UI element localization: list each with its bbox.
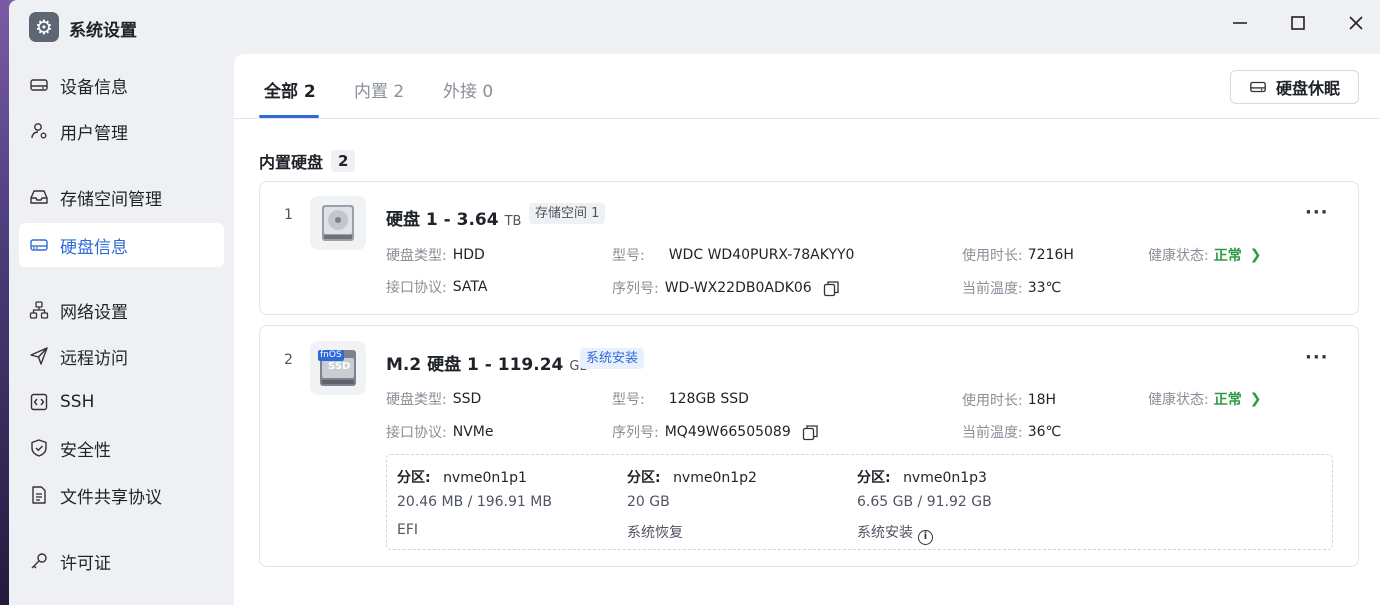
disk-name: M.2 硬盘 1 - 119.24 (386, 355, 564, 375)
disk-temperature: 当前温度: 36℃ (962, 424, 1062, 441)
partition-size: 20 GB (627, 494, 670, 510)
tab-bar: 全部 2 内置 2 外接 0 硬盘休眠 (234, 54, 1380, 119)
sidebar-item-label: 存储空间管理 (60, 189, 162, 210)
user-icon (31, 123, 47, 139)
code-icon (30, 393, 48, 411)
sidebar: 设备信息 用户管理 存储空间管理 硬盘信息 网络设置 远程访问 SSH 安全性 (9, 54, 234, 605)
file-icon (32, 486, 46, 504)
sidebar-item-label: SSH (60, 392, 95, 412)
disk-usage: 使用时长: 18H (962, 392, 1057, 409)
settings-window: ⚙ 系统设置 设备信息 用户管理 存储空间管理 硬盘信息 网络设置 远程访问 S… (9, 0, 1380, 605)
storage-icon (30, 190, 48, 204)
disk-title: 硬盘 1 - 3.64 TB (386, 205, 521, 230)
section-title-label: 内置硬盘 (259, 153, 324, 172)
sidebar-item-storage[interactable]: 存储空间管理 (19, 175, 224, 219)
more-icon[interactable]: ··· (1305, 347, 1329, 368)
partition-name: 分区: nvme0n1p3 (857, 470, 987, 486)
sidebar-item-network[interactable]: 网络设置 (19, 288, 224, 332)
tab-internal[interactable]: 内置 2 (354, 77, 404, 102)
sidebar-item-license[interactable]: 许可证 (19, 539, 224, 583)
tab-external[interactable]: 外接 0 (443, 77, 493, 102)
disk-card[interactable]: 2 fnOS SSD M.2 硬盘 1 - 119.24 GB 系统安装 ···… (259, 325, 1359, 567)
disk-index: 1 (284, 207, 293, 223)
storage-tag: 存储空间 1 (529, 203, 606, 224)
disk-model: 型号: WDC WD40PURX-78AKYY0 (612, 247, 855, 264)
section-title: 内置硬盘 2 (259, 149, 356, 173)
disk-model: 型号: 128GB SSD (612, 391, 749, 408)
sidebar-item-device-info[interactable]: 设备信息 (19, 63, 224, 107)
sidebar-item-ssh[interactable]: SSH (19, 380, 224, 424)
window-title: 系统设置 (69, 21, 137, 41)
title-bar: ⚙ 系统设置 (9, 0, 1380, 54)
sidebar-item-label: 用户管理 (60, 123, 128, 144)
send-icon (30, 347, 48, 365)
disk-sleep-button[interactable]: 硬盘休眠 (1230, 70, 1359, 104)
sidebar-item-label: 设备信息 (60, 77, 128, 98)
disk-interface: 接口协议: SATA (386, 279, 488, 296)
disk-serial: 序列号: WD-WX22DB0ADK06 (612, 278, 840, 298)
disk-type: 硬盘类型: SSD (386, 391, 482, 408)
sidebar-item-user-management[interactable]: 用户管理 (19, 109, 224, 153)
ssd-label: SSD (328, 361, 351, 372)
disk-index: 2 (284, 352, 293, 368)
system-install-tag: 系统安装 (580, 348, 645, 369)
tab-indicator (259, 115, 319, 118)
disk-health[interactable]: 健康状态: 正常 ❯ (1148, 389, 1261, 409)
disk-icon (30, 239, 48, 251)
close-icon[interactable] (1343, 14, 1369, 40)
disk-type: 硬盘类型: HDD (386, 247, 485, 264)
disk-temperature: 当前温度: 33℃ (962, 280, 1062, 297)
disk-name: 硬盘 1 - 3.64 (386, 210, 499, 230)
hdd-icon (310, 196, 366, 250)
partition-desc: 系统恢复 (627, 525, 683, 541)
partition-name: 分区: nvme0n1p1 (397, 470, 527, 486)
info-icon[interactable]: i (918, 530, 933, 545)
partition-name: 分区: nvme0n1p2 (627, 470, 757, 486)
disk-sleep-label: 硬盘休眠 (1275, 79, 1340, 98)
partition-desc: EFI (397, 522, 419, 538)
sidebar-item-label: 文件共享协议 (60, 487, 162, 508)
disk-unit: TB (504, 214, 522, 229)
partition-desc: 系统安装 i (857, 522, 933, 545)
chevron-right-icon[interactable]: ❯ (1250, 247, 1262, 263)
main-panel: 全部 2 内置 2 外接 0 硬盘休眠 内置硬盘 2 1 硬盘 1 - 3.64… (234, 54, 1380, 605)
sidebar-item-label: 许可证 (60, 553, 111, 574)
sidebar-item-security[interactable]: 安全性 (19, 426, 224, 470)
more-icon[interactable]: ··· (1305, 202, 1329, 223)
network-icon (29, 301, 49, 319)
sidebar-item-disk-info[interactable]: 硬盘信息 (19, 223, 224, 267)
device-icon (30, 79, 48, 91)
sidebar-item-label: 硬盘信息 (60, 237, 128, 258)
copy-icon[interactable] (823, 280, 840, 297)
section-count: 2 (331, 150, 356, 172)
copy-icon[interactable] (802, 424, 819, 441)
partition-size: 20.46 MB / 196.91 MB (397, 494, 552, 510)
tab-all[interactable]: 全部 2 (264, 77, 316, 102)
partition-size: 6.65 GB / 91.92 GB (857, 494, 992, 510)
disk-title: M.2 硬盘 1 - 119.24 GB (386, 350, 588, 375)
sidebar-item-file-sharing[interactable]: 文件共享协议 (19, 473, 224, 517)
disk-icon (1250, 81, 1266, 93)
sidebar-item-label: 安全性 (60, 440, 111, 461)
chevron-right-icon[interactable]: ❯ (1250, 391, 1262, 407)
gear-icon: ⚙ (29, 12, 59, 42)
disk-card[interactable]: 1 硬盘 1 - 3.64 TB 存储空间 1 ··· 硬盘类型: HDD 型号:… (259, 181, 1359, 315)
shield-icon (31, 439, 47, 457)
sidebar-item-remote-access[interactable]: 远程访问 (19, 334, 224, 378)
disk-interface: 接口协议: NVMe (386, 424, 494, 441)
partition-panel: 分区: nvme0n1p1 20.46 MB / 196.91 MB EFI 分… (386, 454, 1333, 550)
key-icon (31, 553, 47, 569)
disk-serial: 序列号: MQ49W66505089 (612, 422, 819, 442)
sidebar-item-label: 网络设置 (60, 302, 128, 323)
maximize-icon[interactable] (1285, 14, 1311, 40)
sidebar-item-label: 远程访问 (60, 348, 128, 369)
disk-health[interactable]: 健康状态: 正常 ❯ (1148, 245, 1261, 265)
minimize-icon[interactable] (1227, 14, 1253, 40)
brand-badge: fnOS (318, 350, 344, 361)
disk-usage: 使用时长: 7216H (962, 247, 1074, 264)
